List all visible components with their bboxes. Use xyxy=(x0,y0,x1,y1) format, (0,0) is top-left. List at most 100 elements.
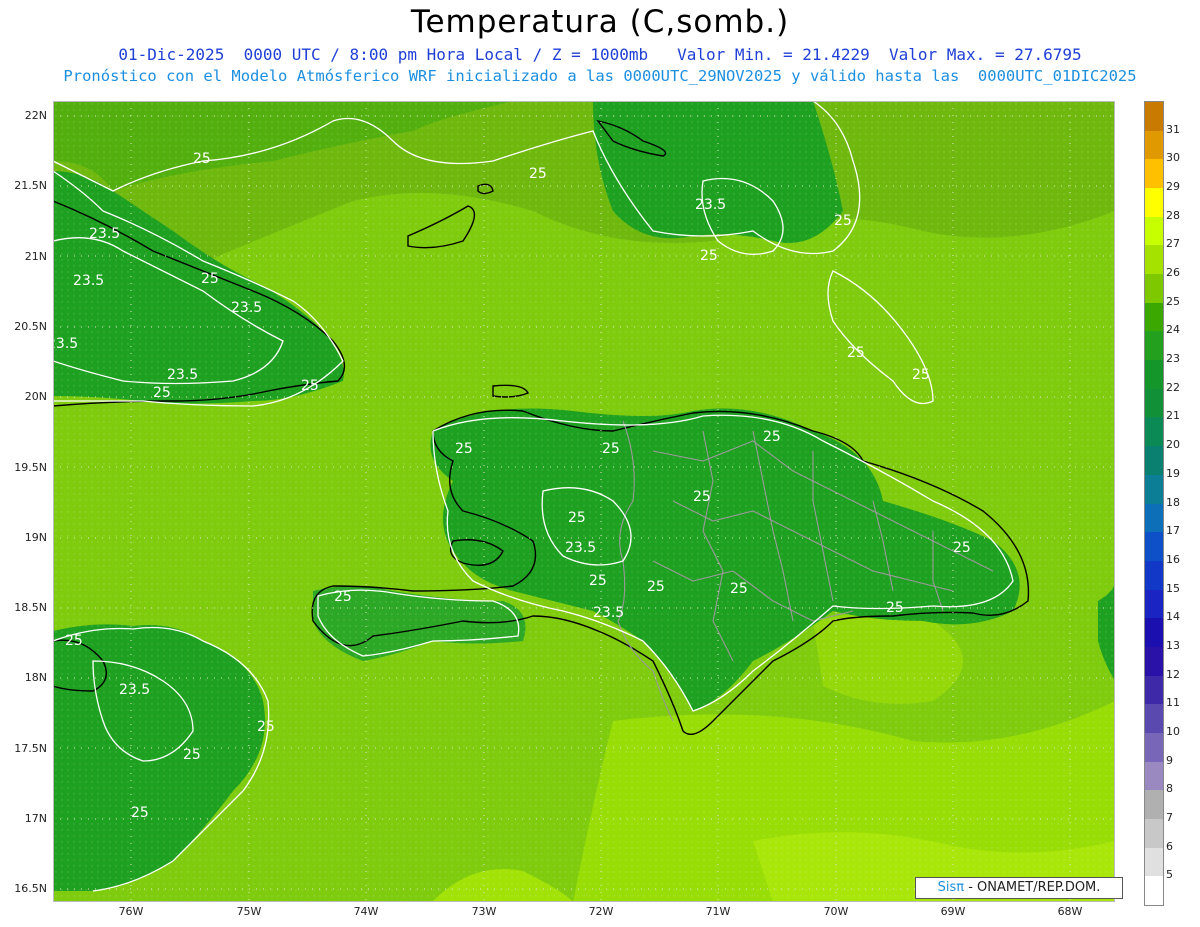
colorbar-cell xyxy=(1145,732,1163,763)
colorbar-cell xyxy=(1145,790,1163,820)
colorbar-cell xyxy=(1145,302,1163,332)
contour-label: 23.5 xyxy=(167,367,198,383)
colorbar-label: 19 xyxy=(1166,466,1180,480)
contour-label: 25 xyxy=(700,248,718,264)
colorbar-cell xyxy=(1145,704,1163,734)
sisp-brand: Sisπ xyxy=(937,880,965,895)
contour-label: 23.5 xyxy=(53,336,78,352)
colorbar-cell xyxy=(1145,560,1163,591)
contour-label: 25 xyxy=(193,151,211,167)
lat-label: 18.5N xyxy=(14,601,47,614)
subtitle-model-line: Pronóstico con el Modelo Atmósferico WRF… xyxy=(63,67,1137,85)
lat-label: 16.5N xyxy=(14,882,47,895)
colorbar-label: 5 xyxy=(1166,868,1173,882)
lat-label: 17.5N xyxy=(14,742,47,755)
contour-label: 25 xyxy=(65,633,83,649)
contour-label: 25 xyxy=(886,600,904,616)
colorbar-label: 29 xyxy=(1166,180,1180,194)
contour-label: 25 xyxy=(730,581,748,597)
contour-label: 25 xyxy=(647,579,665,595)
contour-label: 25 xyxy=(301,378,319,394)
contour-label: 25 xyxy=(131,805,149,821)
colorbar-cell xyxy=(1145,360,1163,390)
contour-label: 25 xyxy=(455,441,473,457)
contour-label: 25 xyxy=(334,589,352,605)
colorbar-cell xyxy=(1145,876,1163,906)
colorbar-cell xyxy=(1145,646,1163,677)
colorbar-cell xyxy=(1145,818,1163,849)
colorbar-cell xyxy=(1145,618,1163,648)
lat-label: 22N xyxy=(24,109,47,122)
colorbar-label: 12 xyxy=(1166,667,1180,681)
colorbar-cell xyxy=(1145,102,1163,132)
colorbar-label: 25 xyxy=(1166,294,1180,308)
credit-box: Sisπ - ONAMET/REP.DOM. xyxy=(915,877,1123,899)
lon-label: 72W xyxy=(588,905,614,918)
colorbar-label: 6 xyxy=(1166,839,1173,853)
colorbar-label: 11 xyxy=(1166,696,1180,710)
lon-label: 73W xyxy=(471,905,497,918)
colorbar-cell xyxy=(1145,274,1163,304)
colorbar-label: 20 xyxy=(1166,438,1180,452)
colorbar-label: 15 xyxy=(1166,581,1180,595)
lat-label: 18N xyxy=(24,671,47,684)
lon-label: 68W xyxy=(1057,905,1083,918)
colorbar-label: 16 xyxy=(1166,552,1180,566)
colorbar-cell xyxy=(1145,188,1163,218)
contour-label: 25 xyxy=(529,166,547,182)
colorbar-cell xyxy=(1145,331,1163,361)
colorbar-label: 9 xyxy=(1166,753,1173,767)
contour-label: 25 xyxy=(153,385,171,401)
colorbar-label: 23 xyxy=(1166,352,1180,366)
colorbar-label: 8 xyxy=(1166,782,1173,796)
contour-label: 25 xyxy=(602,441,620,457)
lon-label: 75W xyxy=(236,905,262,918)
temperature-map: 25 25 23.5 23.5 25 23.5 23.5 23.5 25 23.… xyxy=(53,101,1115,902)
colorbar-cell xyxy=(1145,847,1163,877)
contour-label: 25 xyxy=(693,489,711,505)
lat-label: 17N xyxy=(24,812,47,825)
colorbar-label: 17 xyxy=(1166,524,1180,538)
contour-label: 25 xyxy=(201,271,219,287)
contour-label: 25 xyxy=(589,573,607,589)
colorbar-cell xyxy=(1145,474,1163,504)
colorbar-label: 26 xyxy=(1166,266,1180,280)
colorbar-cell xyxy=(1145,675,1163,705)
colorbar-label: 31 xyxy=(1166,122,1180,136)
colorbar-label: 24 xyxy=(1166,323,1180,337)
colorbar-cell xyxy=(1145,503,1163,533)
contour-label: 23.5 xyxy=(695,197,726,213)
contour-label: 23.5 xyxy=(89,226,120,242)
colorbar-cell xyxy=(1145,589,1163,619)
colorbar-label: 27 xyxy=(1166,237,1180,251)
colorbar-cell xyxy=(1145,130,1163,160)
contour-label: 25 xyxy=(183,747,201,763)
colorbar-cell xyxy=(1145,216,1163,246)
contour-label: 23.5 xyxy=(73,273,104,289)
colorbar-label: 30 xyxy=(1166,151,1180,165)
lat-label: 21N xyxy=(24,250,47,263)
colorbar xyxy=(1144,101,1164,906)
colorbar-cell xyxy=(1145,417,1163,447)
lon-label: 74W xyxy=(353,905,379,918)
lon-label: 69W xyxy=(940,905,966,918)
lat-label: 20N xyxy=(24,390,47,403)
lat-label: 19N xyxy=(24,531,47,544)
colorbar-label: 28 xyxy=(1166,208,1180,222)
colorbar-label: 14 xyxy=(1166,610,1180,624)
contour-label: 23.5 xyxy=(565,540,596,556)
contour-label: 23.5 xyxy=(593,605,624,621)
contour-label: 23.5 xyxy=(231,300,262,316)
colorbar-cell xyxy=(1145,446,1163,476)
lon-label: 70W xyxy=(823,905,849,918)
colorbar-cell xyxy=(1145,159,1163,189)
colorbar-label: 18 xyxy=(1166,495,1180,509)
contour-label: 25 xyxy=(257,719,275,735)
colorbar-cell xyxy=(1145,761,1163,791)
lon-label: 76W xyxy=(118,905,144,918)
colorbar-label: 21 xyxy=(1166,409,1180,423)
lat-label: 19.5N xyxy=(14,461,47,474)
contour-label: 25 xyxy=(763,429,781,445)
colorbar-label: 22 xyxy=(1166,380,1180,394)
colorbar-cell xyxy=(1145,388,1163,418)
